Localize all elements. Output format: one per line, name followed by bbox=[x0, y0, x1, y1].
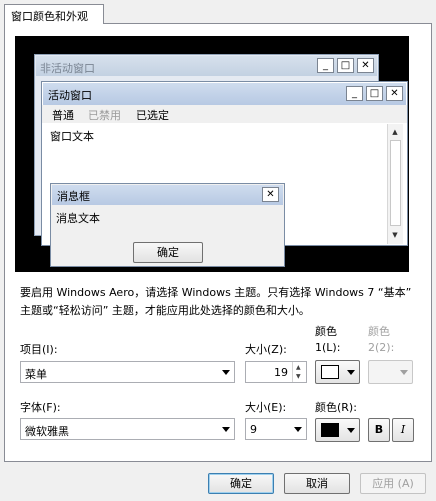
tab-window-color[interactable]: 窗口颜色和外观 bbox=[4, 4, 104, 24]
color1-swatch bbox=[321, 365, 339, 379]
message-box-ok-button[interactable]: 确定 bbox=[133, 242, 203, 263]
color1-button[interactable] bbox=[315, 360, 360, 384]
apply-button[interactable]: 应用 (A) bbox=[360, 473, 426, 494]
spin-down-icon[interactable]: ▼ bbox=[296, 373, 301, 380]
scroll-down-icon[interactable]: ▼ bbox=[389, 229, 401, 241]
message-text: 消息文本 bbox=[56, 212, 100, 225]
message-box-preview[interactable]: 消息框 ✕ 消息文本 确定 bbox=[50, 183, 285, 267]
font-size-value: 9 bbox=[250, 423, 257, 436]
chevron-down-icon bbox=[222, 370, 230, 375]
chevron-down-icon bbox=[294, 427, 302, 432]
spinner-buttons[interactable]: ▲ ▼ bbox=[292, 362, 306, 382]
font-color-button[interactable] bbox=[315, 418, 360, 442]
font-color-label: 颜色(R): bbox=[315, 401, 357, 414]
item-size-value: 19 bbox=[274, 366, 288, 379]
font-label: 字体(F): bbox=[20, 401, 61, 414]
preview-scrollbar[interactable]: ▲ ▼ bbox=[387, 124, 403, 244]
spin-up-icon[interactable]: ▲ bbox=[296, 364, 301, 371]
font-select-value: 微软雅黑 bbox=[25, 425, 69, 438]
color1-label-top: 颜色 bbox=[315, 325, 337, 338]
color2-button[interactable] bbox=[368, 360, 413, 384]
color2-label-top: 颜色 bbox=[368, 325, 390, 338]
font-color-swatch bbox=[321, 423, 339, 437]
close-icon: ✕ bbox=[262, 187, 279, 202]
scroll-thumb[interactable] bbox=[390, 140, 401, 226]
font-size-label: 大小(E): bbox=[245, 401, 287, 414]
chevron-down-icon bbox=[400, 370, 408, 375]
item-size-spinner[interactable]: 19 ▲ ▼ bbox=[245, 361, 307, 383]
font-select[interactable]: 微软雅黑 bbox=[20, 418, 235, 440]
chevron-down-icon bbox=[347, 428, 355, 433]
cancel-button[interactable]: 取消 bbox=[284, 473, 350, 494]
window-text: 窗口文本 bbox=[50, 130, 94, 143]
font-size-select[interactable]: 9 bbox=[245, 418, 307, 440]
italic-button[interactable]: I bbox=[392, 418, 414, 442]
description-text: 要启用 Windows Aero，请选择 Windows 主题。只有选择 Win… bbox=[20, 286, 412, 317]
scroll-up-icon[interactable]: ▲ bbox=[389, 126, 401, 138]
color1-label: 1(L): bbox=[315, 341, 341, 354]
item-select-value: 菜单 bbox=[25, 368, 47, 381]
chevron-down-icon bbox=[347, 370, 355, 375]
item-select[interactable]: 菜单 bbox=[20, 361, 235, 383]
item-label: 项目(I): bbox=[20, 343, 58, 356]
menu-item-normal[interactable]: 普通 bbox=[52, 107, 74, 123]
close-icon: ✕ bbox=[386, 86, 403, 101]
close-icon: ✕ bbox=[357, 58, 374, 73]
maximize-icon: □ bbox=[366, 86, 383, 101]
minimize-icon: _ bbox=[346, 86, 363, 101]
color2-label: 2(2): bbox=[368, 341, 395, 354]
item-size-label: 大小(Z): bbox=[245, 343, 287, 356]
message-box-title: 消息框 bbox=[52, 185, 283, 205]
ok-button[interactable]: 确定 bbox=[208, 473, 274, 494]
menu-bar: 普通 已禁用 已选定 bbox=[42, 105, 407, 123]
minimize-icon: _ bbox=[317, 58, 334, 73]
bold-button[interactable]: B bbox=[368, 418, 390, 442]
chevron-down-icon bbox=[222, 427, 230, 432]
maximize-icon: □ bbox=[337, 58, 354, 73]
menu-item-disabled[interactable]: 已禁用 bbox=[88, 107, 121, 123]
menu-item-selected[interactable]: 已选定 bbox=[136, 107, 169, 123]
